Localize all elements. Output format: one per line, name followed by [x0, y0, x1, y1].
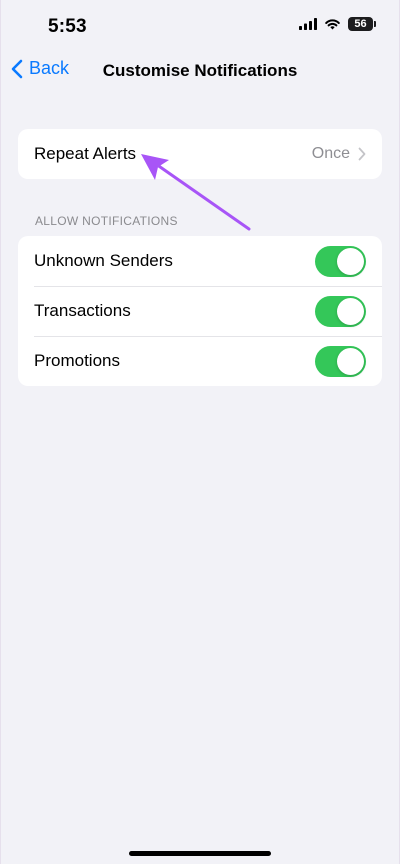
cellular-signal-icon — [299, 18, 317, 30]
toggle-knob — [337, 297, 364, 325]
toggle-knob — [337, 247, 364, 275]
status-bar: 5:53 56 — [1, 0, 399, 54]
repeat-alerts-group: Repeat Alerts Once — [18, 129, 382, 179]
promotions-label: Promotions — [34, 351, 120, 370]
list-item-unknown-senders: Unknown Senders — [18, 236, 382, 286]
transactions-toggle[interactable] — [315, 295, 366, 327]
chevron-left-icon — [11, 59, 23, 78]
allow-notifications-group: Unknown Senders Transactions Promotions — [18, 236, 382, 386]
back-button[interactable]: Back — [11, 58, 69, 79]
repeat-alerts-label: Repeat Alerts — [34, 144, 137, 163]
unknown-senders-label: Unknown Senders — [34, 251, 173, 270]
transactions-label: Transactions — [34, 301, 131, 320]
list-item-promotions: Promotions — [18, 336, 382, 386]
section-header-allow-notifications: ALLOW NOTIFICATIONS — [35, 214, 178, 228]
back-button-label: Back — [29, 58, 70, 78]
status-time: 5:53 — [48, 16, 87, 37]
repeat-alerts-row[interactable]: Repeat Alerts Once — [18, 129, 382, 179]
list-item-transactions: Transactions — [18, 286, 382, 336]
navigation-bar: Customise Notifications Back — [1, 54, 399, 90]
wifi-icon — [325, 19, 340, 30]
promotions-toggle[interactable] — [315, 345, 366, 377]
battery-icon: 56 — [348, 17, 376, 31]
toggle-knob — [337, 347, 364, 375]
unknown-senders-toggle[interactable] — [315, 245, 366, 277]
chevron-right-icon — [358, 147, 366, 161]
status-icons: 56 — [299, 17, 376, 31]
home-indicator[interactable] — [129, 851, 271, 856]
repeat-alerts-value: Once — [311, 145, 350, 162]
